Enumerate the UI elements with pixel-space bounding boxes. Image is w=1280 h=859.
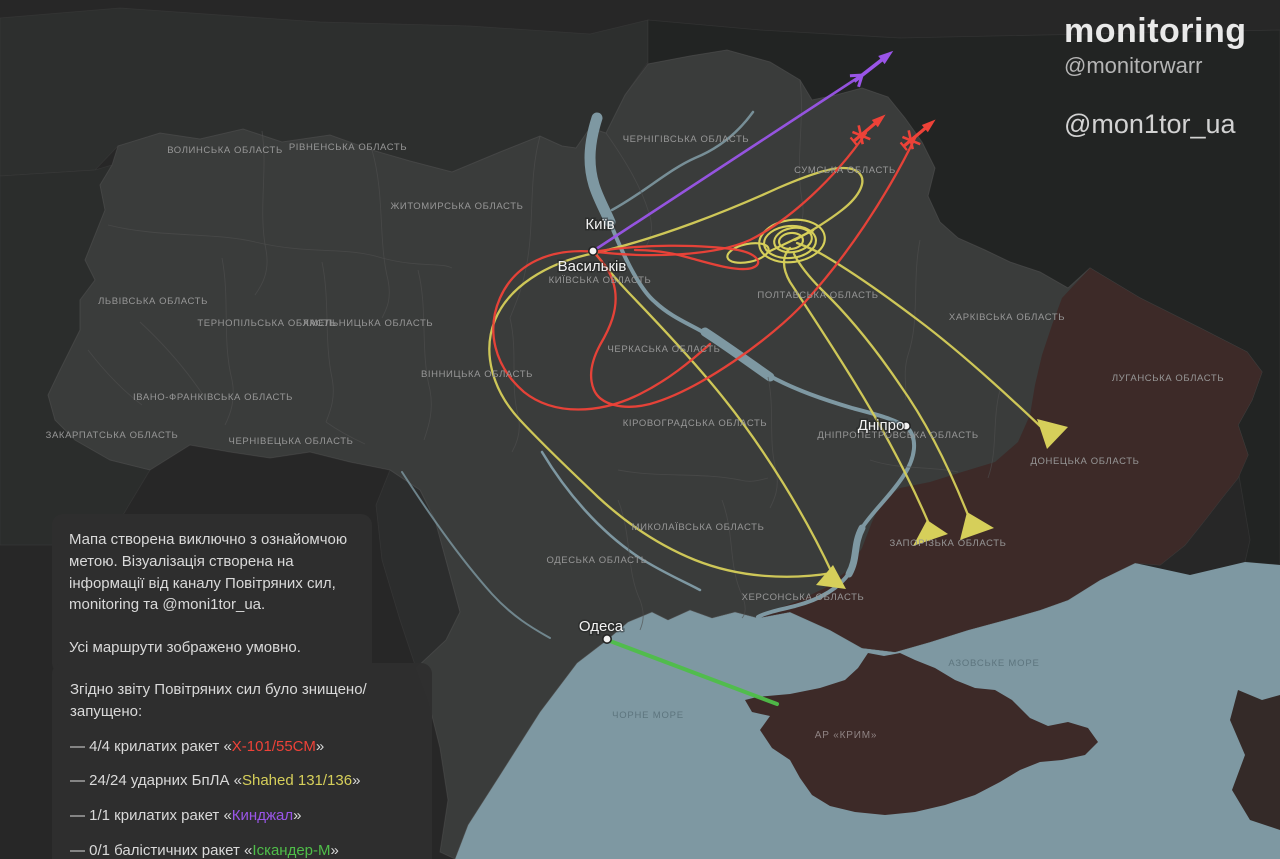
- report-items: — 4/4 крилатих ракет «Х-101/55СМ»— 24/24…: [70, 736, 414, 859]
- city-label: Васильків: [558, 258, 627, 275]
- report-item-prefix: — 24/24 ударних БпЛА «: [70, 772, 242, 789]
- report-item: — 4/4 крилатих ракет «Х-101/55СМ»: [70, 736, 414, 758]
- report-item: — 0/1 балістичних ракет «Іскандер-М»: [70, 840, 414, 859]
- oblast-label: ЗАПОРІЗЬКА ОБЛАСТЬ: [889, 538, 1006, 549]
- oblast-label: ЧЕРНІВЕЦЬКА ОБЛАСТЬ: [229, 436, 354, 447]
- oblast-label: ІВАНО-ФРАНКІВСЬКА ОБЛАСТЬ: [133, 392, 293, 403]
- oblast-label: ОДЕСЬКА ОБЛАСТЬ: [546, 555, 647, 566]
- report-item-suffix: »: [352, 772, 360, 789]
- oblast-label: СУМСЬКА ОБЛАСТЬ: [794, 165, 896, 176]
- channel-header: monitoring @monitorwarr @mon1tor_ua: [1064, 12, 1247, 140]
- oblast-label: ХМЕЛЬНИЦЬКА ОБЛАСТЬ: [303, 318, 433, 329]
- report-item: — 1/1 крилатих ракет «Кинджал»: [70, 805, 414, 827]
- oblast-label: ЗАКАРПАТСЬКА ОБЛАСТЬ: [46, 430, 179, 441]
- region-labels: АР «КРИМ»: [815, 730, 877, 741]
- map-screenshot: ВОЛИНСЬКА ОБЛАСТЬ РІВНЕНСЬКА ОБЛАСТЬ ЖИТОМ…: [0, 0, 1280, 859]
- oblast-label: МИКОЛАЇВСЬКА ОБЛАСТЬ: [632, 522, 765, 533]
- oblast-label: ВОЛИНСЬКА ОБЛАСТЬ: [167, 145, 283, 156]
- report-panel: Згідно звіту Повітряних сил було знищено…: [52, 663, 432, 859]
- sea-label: ЧОРНЕ МОРЕ: [612, 710, 684, 721]
- oblast-label: ЧЕРКАСЬКА ОБЛАСТЬ: [607, 344, 720, 355]
- disclaimer-panel: Мапа створена виключно з ознайомчою мето…: [52, 514, 372, 674]
- oblast-label: ПОЛТАВСЬКА ОБЛАСТЬ: [757, 290, 878, 301]
- report-item-prefix: — 1/1 крилатих ракет «: [70, 807, 232, 824]
- oblast-label: ДОНЕЦЬКА ОБЛАСТЬ: [1031, 456, 1140, 467]
- city-dot: [589, 247, 597, 255]
- city-label: Дніпро: [858, 417, 905, 434]
- disclaimer-note: Усі маршрути зображено умовно.: [69, 637, 355, 659]
- report-item: — 24/24 ударних БпЛА «Shahed 131/136»: [70, 770, 414, 792]
- oblast-label: РІВНЕНСЬКА ОБЛАСТЬ: [289, 142, 407, 153]
- city-label: Одеса: [579, 618, 624, 635]
- report-title: Згідно звіту Повітряних сил було знищено…: [70, 679, 414, 723]
- disclaimer-text: Мапа створена виключно з ознайомчою мето…: [69, 529, 355, 616]
- report-item-suffix: »: [316, 738, 324, 755]
- oblast-label: ЧЕРНІГІВСЬКА ОБЛАСТЬ: [623, 134, 749, 145]
- report-item-prefix: — 4/4 крилатих ракет «: [70, 738, 232, 755]
- oblast-label: ЖИТОМИРСЬКА ОБЛАСТЬ: [391, 201, 524, 212]
- channel-subtitle: @monitorwarr: [1064, 53, 1247, 79]
- oblast-label: ЛЬВІВСЬКА ОБЛАСТЬ: [98, 296, 208, 307]
- region-label: АР «КРИМ»: [815, 730, 877, 741]
- city-dot: [603, 635, 611, 643]
- oblast-label: ВІННИЦЬКА ОБЛАСТЬ: [421, 369, 533, 380]
- report-item-suffix: »: [331, 842, 339, 859]
- oblast-label: ХАРКІВСЬКА ОБЛАСТЬ: [949, 312, 1065, 323]
- oblast-label: КІРОВОГРАДСЬКА ОБЛАСТЬ: [623, 418, 767, 429]
- report-item-weapon: Іскандер-М: [252, 842, 330, 859]
- oblast-label: КИЇВСЬКА ОБЛАСТЬ: [549, 275, 652, 286]
- oblast-label: ХЕРСОНСЬКА ОБЛАСТЬ: [742, 592, 865, 603]
- oblast-label: ЛУГАНСЬКА ОБЛАСТЬ: [1112, 373, 1224, 384]
- channel-title: monitoring: [1064, 12, 1247, 51]
- report-item-weapon: Кинджал: [232, 807, 293, 824]
- city-label: Київ: [585, 216, 614, 233]
- sea-label: АЗОВСЬКЕ МОРЕ: [948, 658, 1039, 669]
- report-item-suffix: »: [293, 807, 301, 824]
- report-item-prefix: — 0/1 балістичних ракет «: [70, 842, 252, 859]
- report-item-weapon: Х-101/55СМ: [232, 738, 316, 755]
- channel-handle: @mon1tor_ua: [1064, 109, 1247, 140]
- report-item-weapon: Shahed 131/136: [242, 772, 352, 789]
